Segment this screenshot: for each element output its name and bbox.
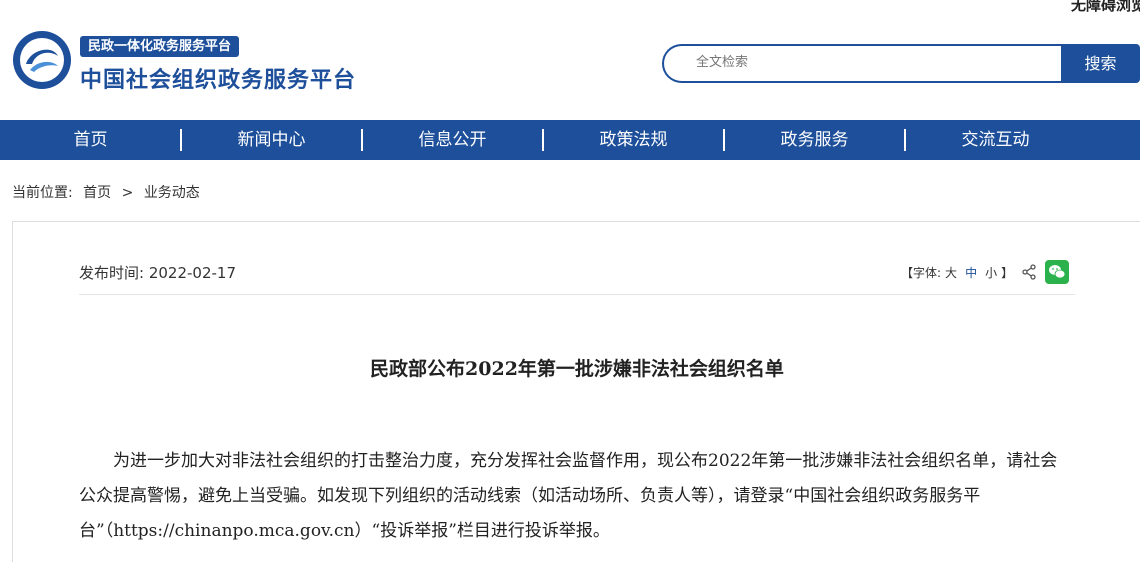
breadcrumb-home[interactable]: 首页 <box>83 185 111 201</box>
nav-item-home[interactable]: 首页 <box>0 120 182 160</box>
meta-divider <box>79 294 1075 295</box>
breadcrumb-label: 当前位置: <box>12 185 73 201</box>
publish-info: 发布时间: 2022-02-17 <box>79 262 236 283</box>
nav-item-info[interactable]: 信息公开 <box>362 120 544 160</box>
publish-date: 2022-02-17 <box>148 264 237 282</box>
article-title: 民政部公布2022年第一批涉嫌非法社会组织名单 <box>370 358 784 380</box>
platform-tag: 民政一体化政务服务平台 <box>80 36 240 57</box>
nav-item-interaction[interactable]: 交流互动 <box>905 120 1086 160</box>
font-medium-button[interactable]: 中 <box>965 264 977 281</box>
font-small-button[interactable]: 小 <box>985 264 997 281</box>
article-panel: 发布时间: 2022-02-17 【字体: 大 中 小 】 民政部公布2022年… <box>12 221 1140 562</box>
font-size-label: 【字体: <box>901 265 942 280</box>
site-header: 民政一体化政务服务平台 中国社会组织政务服务平台 搜索 <box>0 0 1140 120</box>
publish-label: 发布时间: <box>79 264 145 282</box>
article-body: 为进一步加大对非法社会组织的打击整治力度，充分发挥社会监督作用，现公布2022年… <box>79 451 1058 541</box>
nav-item-services[interactable]: 政务服务 <box>724 120 906 160</box>
search-input[interactable] <box>694 54 1038 71</box>
nav-item-policy[interactable]: 政策法规 <box>543 120 725 160</box>
main-nav: 首页 新闻中心 信息公开 政策法规 政务服务 交流互动 <box>0 120 1140 160</box>
breadcrumb-separator: > <box>121 185 134 201</box>
search-box <box>662 44 1061 83</box>
nav-item-news[interactable]: 新闻中心 <box>181 120 363 160</box>
breadcrumb-current[interactable]: 业务动态 <box>144 185 200 201</box>
share-icon[interactable] <box>1021 264 1037 280</box>
site-title[interactable]: 中国社会组织政务服务平台 <box>80 62 356 94</box>
article-tools: 【字体: 大 中 小 】 <box>901 260 1070 284</box>
search-bar: 搜索 <box>662 44 1140 83</box>
font-large-button[interactable]: 大 <box>945 264 957 281</box>
breadcrumb: 当前位置: 首页 > 业务动态 <box>12 182 206 202</box>
font-size-end: 】 <box>1001 265 1014 280</box>
search-button[interactable]: 搜索 <box>1061 44 1140 83</box>
site-logo[interactable] <box>12 30 72 90</box>
wechat-icon[interactable] <box>1045 260 1070 284</box>
